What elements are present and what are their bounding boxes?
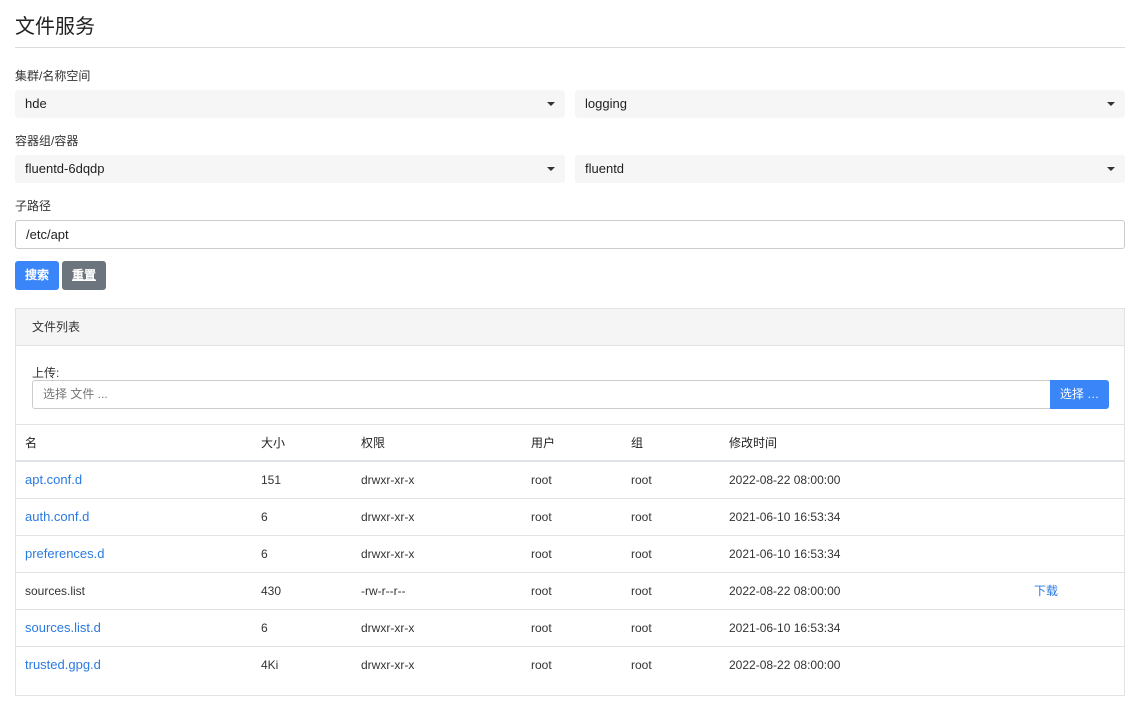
file-group: root — [631, 658, 652, 672]
file-group: root — [631, 547, 652, 561]
file-user: root — [531, 658, 552, 672]
pod-select[interactable]: fluentd-6dqdp — [15, 155, 565, 183]
file-modified-time: 2021-06-10 16:53:34 — [729, 547, 841, 561]
container-select-value: fluentd — [585, 161, 625, 176]
column-header-group: 组 — [631, 436, 644, 450]
file-group: root — [631, 510, 652, 524]
pod-container-label: 容器组/容器 — [15, 134, 79, 148]
table-row: trusted.gpg.d 4Ki drwxr-xr-x root root 2… — [16, 647, 1124, 684]
column-header-permission: 权限 — [361, 436, 386, 450]
upload-browse-button[interactable]: 选择 … — [1050, 380, 1109, 409]
file-group: root — [631, 584, 652, 598]
file-modified-time: 2022-08-22 08:00:00 — [729, 584, 841, 598]
column-header-size: 大小 — [261, 436, 286, 450]
file-modified-time: 2021-06-10 16:53:34 — [729, 510, 841, 524]
pod-select-value: fluentd-6dqdp — [25, 161, 105, 176]
file-modified-time: 2022-08-22 08:00:00 — [729, 658, 841, 672]
title-divider — [15, 47, 1125, 48]
file-name: sources.list — [25, 584, 86, 598]
subpath-label: 子路径 — [15, 199, 52, 213]
table-row: sources.list.d 6 drwxr-xr-x root root 20… — [16, 610, 1124, 647]
table-row: preferences.d 6 drwxr-xr-x root root 202… — [16, 536, 1124, 573]
file-table-body: apt.conf.d 151 drwxr-xr-x root root 2022… — [16, 462, 1124, 684]
file-table-header: 名 大小 权限 用户 组 修改时间 — [16, 424, 1124, 462]
file-user: root — [531, 621, 552, 635]
file-permission: drwxr-xr-x — [361, 510, 415, 524]
file-name-link[interactable]: apt.conf.d — [25, 462, 82, 498]
file-list-card: 文件列表 上传: 选择 文件 ... 选择 … 名 大小 权限 用户 组 修改时… — [15, 308, 1125, 696]
file-name-link[interactable]: auth.conf.d — [25, 499, 89, 535]
cluster-select[interactable]: hde — [15, 90, 565, 118]
search-button[interactable]: 搜索 — [15, 261, 59, 290]
file-permission: drwxr-xr-x — [361, 473, 415, 487]
file-user: root — [531, 473, 552, 487]
column-header-modified-time: 修改时间 — [729, 436, 778, 450]
table-row: sources.list 430 -rw-r--r-- root root 20… — [16, 573, 1124, 610]
file-modified-time: 2022-08-22 08:00:00 — [729, 473, 841, 487]
caret-down-icon — [1107, 102, 1115, 106]
column-header-name: 名 — [25, 436, 38, 450]
namespace-select-value: logging — [585, 96, 627, 111]
file-permission: drwxr-xr-x — [361, 658, 415, 672]
file-size: 430 — [261, 584, 282, 598]
file-user: root — [531, 510, 552, 524]
download-link[interactable]: 下载 — [1034, 573, 1058, 609]
file-size: 6 — [261, 621, 268, 635]
table-row: apt.conf.d 151 drwxr-xr-x root root 2022… — [16, 462, 1124, 499]
file-size: 6 — [261, 510, 268, 524]
file-list-header: 文件列表 — [16, 309, 1124, 346]
file-user: root — [531, 547, 552, 561]
file-modified-time: 2021-06-10 16:53:34 — [729, 621, 841, 635]
caret-down-icon — [1107, 167, 1115, 171]
caret-down-icon — [547, 102, 555, 106]
file-name-link[interactable]: sources.list.d — [25, 610, 101, 646]
namespace-select[interactable]: logging — [575, 90, 1125, 118]
file-group: root — [631, 473, 652, 487]
file-permission: drwxr-xr-x — [361, 547, 415, 561]
file-size: 151 — [261, 473, 282, 487]
upload-label: 上传: — [32, 366, 60, 380]
file-permission: drwxr-xr-x — [361, 621, 415, 635]
page-title: 文件服务 — [15, 16, 95, 38]
upload-file-input[interactable]: 选择 文件 ... — [32, 380, 1051, 409]
file-user: root — [531, 584, 552, 598]
caret-down-icon — [547, 167, 555, 171]
container-select[interactable]: fluentd — [575, 155, 1125, 183]
table-row: auth.conf.d 6 drwxr-xr-x root root 2021-… — [16, 499, 1124, 536]
file-name-link[interactable]: trusted.gpg.d — [25, 647, 101, 683]
file-permission: -rw-r--r-- — [361, 584, 406, 598]
file-size: 4Ki — [261, 658, 279, 672]
column-header-user: 用户 — [531, 436, 556, 450]
subpath-input[interactable]: /etc/apt — [15, 220, 1125, 249]
file-service-page: 文件服务 集群/名称空间 hde logging 容器组/容器 fluentd-… — [0, 0, 1143, 717]
file-group: root — [631, 621, 652, 635]
cluster-namespace-label: 集群/名称空间 — [15, 69, 91, 83]
file-name-link[interactable]: preferences.d — [25, 536, 105, 572]
reset-button[interactable]: 重置 — [62, 261, 106, 290]
file-size: 6 — [261, 547, 268, 561]
cluster-select-value: hde — [25, 96, 47, 111]
